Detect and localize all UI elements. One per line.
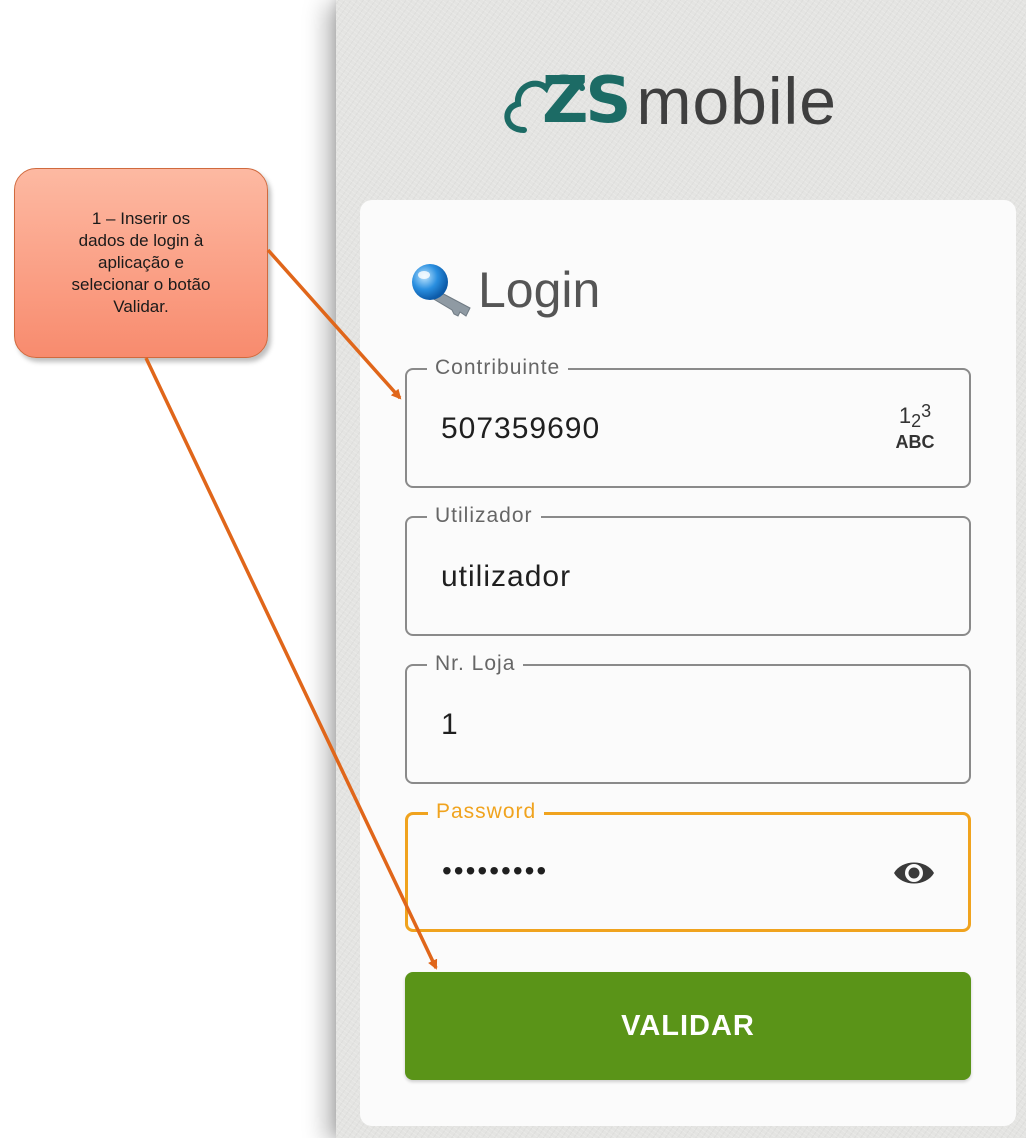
page: ZS mobile Login Contribuinte 507359690 1… (0, 0, 1026, 1138)
arrow-to-validar (144, 357, 438, 970)
annotation-arrows (144, 248, 438, 970)
arrow-to-contribuinte (266, 248, 402, 400)
